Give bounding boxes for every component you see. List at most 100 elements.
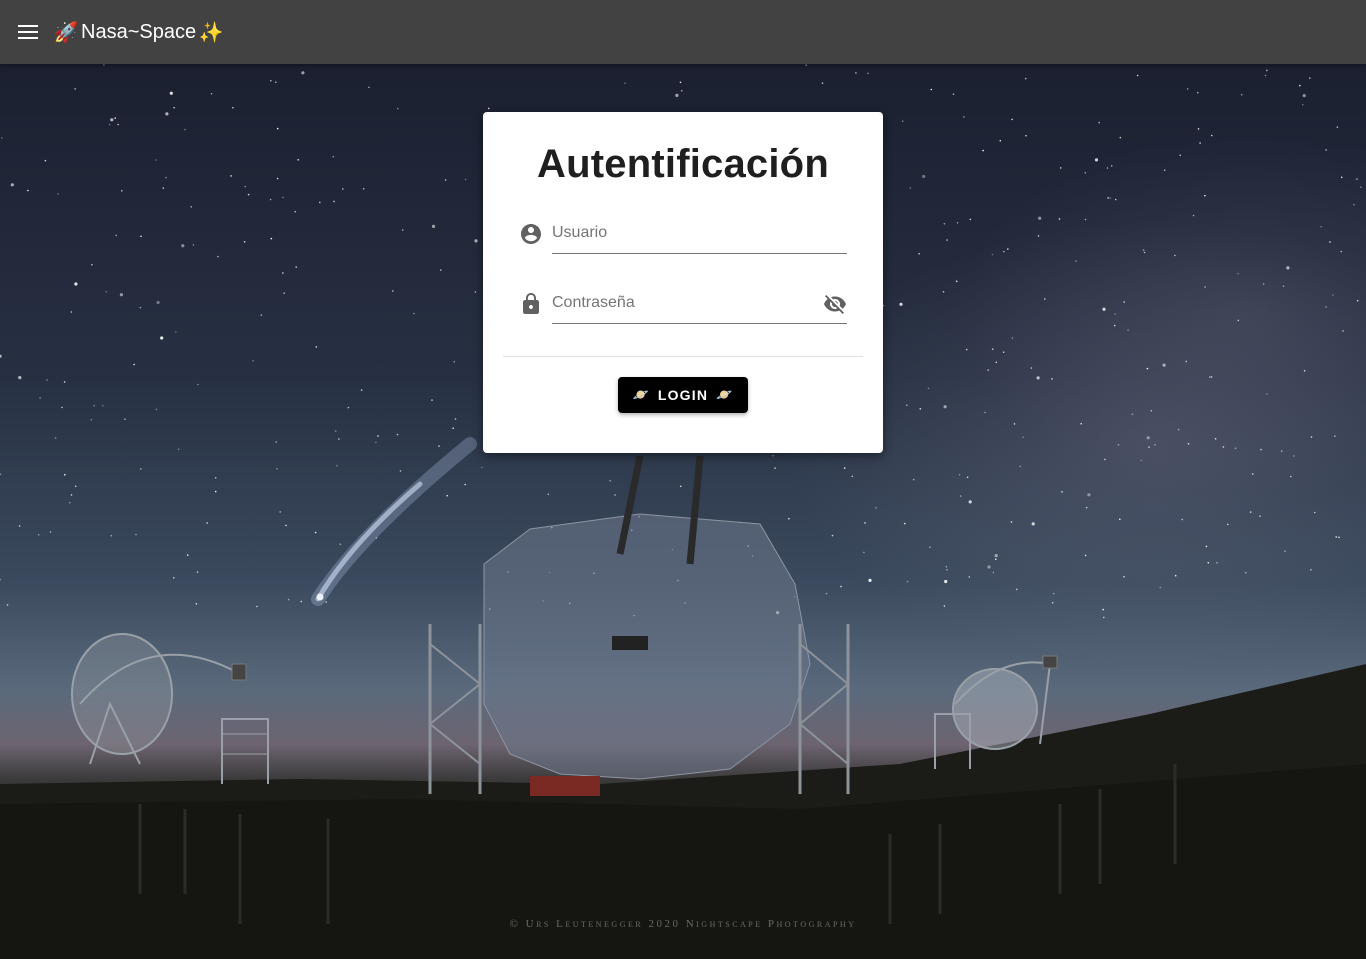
star <box>10 183 14 187</box>
login-button[interactable]: 🪐 LOGIN 🪐 <box>618 377 748 413</box>
star <box>347 406 350 409</box>
star <box>44 159 47 162</box>
star <box>1284 550 1286 552</box>
star <box>431 399 433 401</box>
menu-icon[interactable] <box>16 18 44 46</box>
star <box>1146 367 1149 370</box>
star <box>279 511 282 513</box>
star <box>1216 562 1218 564</box>
star <box>1335 536 1337 538</box>
star <box>1007 248 1009 250</box>
star <box>843 467 846 469</box>
star <box>984 411 986 414</box>
star <box>156 300 160 305</box>
star <box>301 71 305 75</box>
eye-off-icon[interactable] <box>823 292 847 316</box>
star <box>6 604 9 606</box>
star <box>0 578 1 581</box>
star <box>399 470 402 472</box>
star <box>1240 93 1243 96</box>
star <box>69 502 71 504</box>
login-heading: Autentificación <box>537 142 829 186</box>
star <box>1210 376 1213 378</box>
star <box>1299 84 1301 87</box>
star <box>287 598 290 601</box>
star <box>70 311 73 313</box>
star <box>91 263 93 266</box>
sparkles-icon: ✨ <box>198 21 224 44</box>
star <box>1186 88 1189 90</box>
star <box>444 179 447 181</box>
star <box>474 291 477 293</box>
star <box>956 222 959 224</box>
star <box>192 244 195 246</box>
star <box>1044 298 1046 300</box>
star <box>190 206 193 208</box>
star <box>1084 218 1087 221</box>
star <box>1303 370 1306 372</box>
star <box>1148 446 1150 448</box>
star <box>135 533 137 536</box>
star <box>1084 554 1087 557</box>
star <box>1338 536 1340 539</box>
star <box>196 571 199 573</box>
star <box>992 571 995 574</box>
star <box>942 291 945 293</box>
star <box>173 106 175 109</box>
star <box>27 189 29 192</box>
star <box>1340 250 1342 253</box>
star <box>681 89 683 92</box>
password-input[interactable] <box>552 290 812 316</box>
star <box>260 314 263 316</box>
star <box>1260 448 1262 451</box>
star <box>1174 254 1176 257</box>
star <box>1119 518 1121 521</box>
star <box>154 159 157 161</box>
star <box>919 408 922 410</box>
rocket-icon: 🚀 <box>53 21 79 44</box>
star <box>968 500 972 504</box>
star <box>1109 197 1112 199</box>
star <box>270 237 273 240</box>
star <box>294 210 297 213</box>
star <box>297 159 300 161</box>
star <box>901 120 904 122</box>
star <box>133 363 135 366</box>
star <box>1205 545 1208 548</box>
star <box>0 473 2 475</box>
star <box>1025 134 1027 137</box>
star <box>1019 465 1021 468</box>
app-brand[interactable]: 🚀 Nasa~Space ✨ <box>53 20 224 44</box>
star <box>110 534 113 537</box>
username-input[interactable] <box>552 220 812 246</box>
left-telescope <box>71 633 269 784</box>
star <box>1197 91 1199 94</box>
star <box>1237 319 1240 322</box>
star <box>1356 178 1358 180</box>
star <box>1131 413 1134 416</box>
star <box>952 93 955 95</box>
star <box>214 490 217 493</box>
star <box>1013 423 1016 425</box>
star <box>987 369 989 371</box>
star <box>1123 575 1125 578</box>
star <box>945 566 948 568</box>
star <box>339 543 342 545</box>
star <box>831 534 834 537</box>
star <box>1222 446 1225 448</box>
star <box>999 139 1002 142</box>
star <box>93 404 95 407</box>
account-circle-icon <box>521 224 541 244</box>
star <box>0 137 3 139</box>
star <box>855 72 857 74</box>
star <box>285 524 287 527</box>
login-page: 🚀 Nasa~Space ✨ Autentificación Usuario 🪐… <box>0 0 1366 959</box>
star <box>1199 142 1201 144</box>
star <box>1211 134 1213 137</box>
star <box>1249 511 1252 513</box>
star <box>243 241 246 243</box>
star <box>1356 299 1359 302</box>
star <box>679 485 682 488</box>
star <box>995 361 998 364</box>
star <box>969 218 972 221</box>
